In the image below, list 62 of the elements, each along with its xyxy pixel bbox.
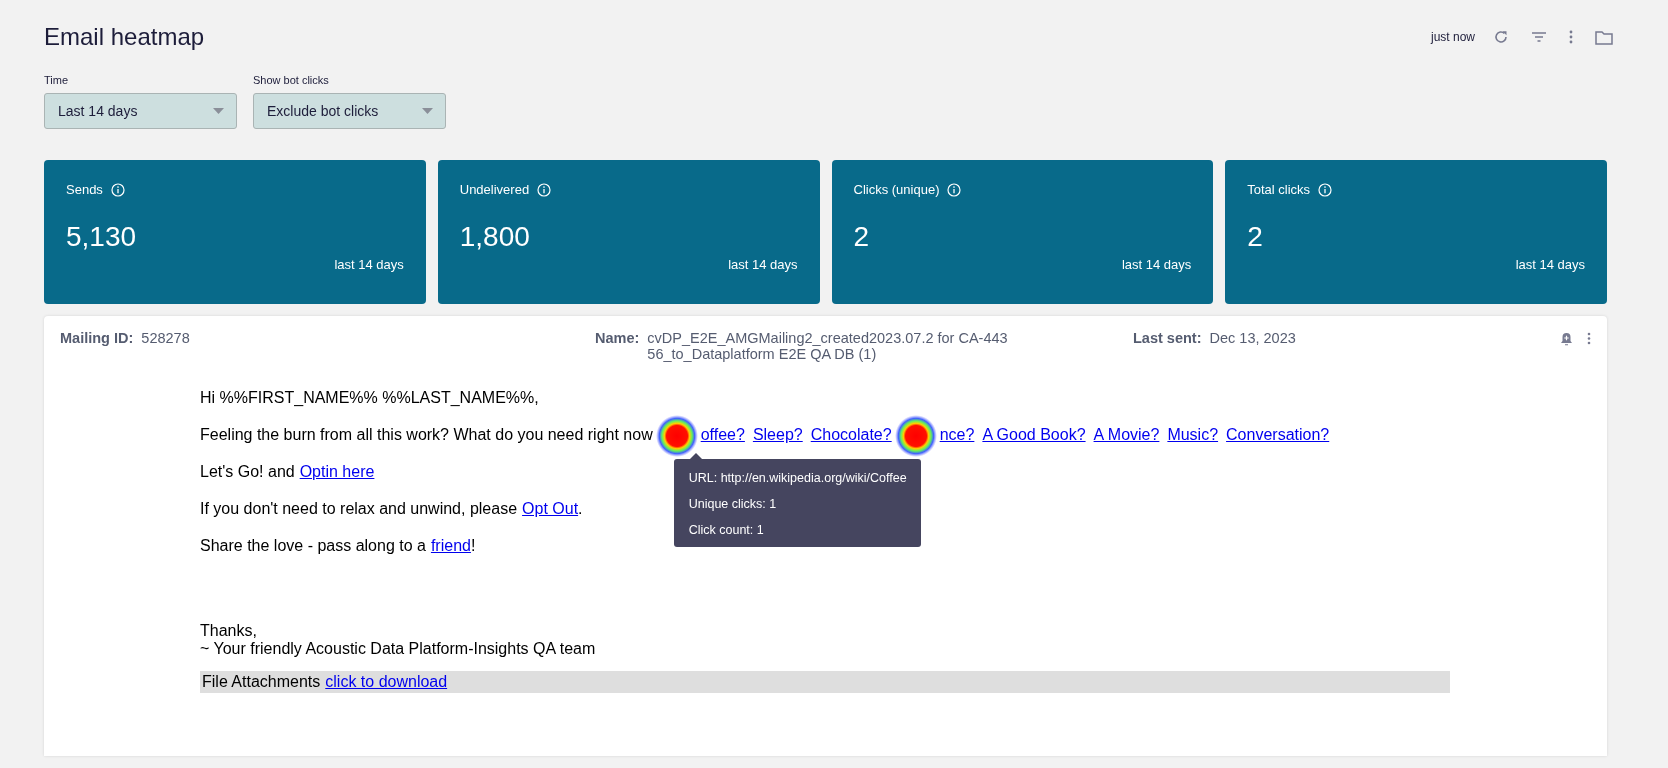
more-options-icon[interactable] <box>1569 30 1573 44</box>
stat-period: last 14 days <box>728 257 798 272</box>
info-icon[interactable] <box>110 182 125 197</box>
email-text: If you don't need to relax and unwind, please <box>200 500 518 517</box>
field-value: 528278 <box>141 330 190 346</box>
field-label: Mailing ID: <box>60 330 134 346</box>
email-link[interactable]: Chocolate? <box>810 426 892 443</box>
email-text: ~ Your friendly Acoustic Data Platform-Insights QA team <box>200 640 597 658</box>
email-link[interactable]: Sleep? <box>752 426 803 443</box>
filter-label: Time <box>44 74 70 86</box>
email-link[interactable]: offee? <box>700 426 745 443</box>
email-link[interactable]: friend <box>430 537 471 554</box>
info-icon[interactable] <box>1318 182 1333 197</box>
caret-icon <box>213 108 224 114</box>
page-title: Email heatmap <box>44 23 205 51</box>
stat-period: last 14 days <box>1121 257 1192 272</box>
email-link[interactable]: Music? <box>1167 426 1219 443</box>
field-label: Last sent: <box>1133 330 1202 346</box>
email-link[interactable]: Optin here <box>299 463 375 480</box>
email-link[interactable]: A Movie? <box>1093 426 1160 443</box>
email-text: Share the love - pass along to a <box>200 537 426 554</box>
info-icon[interactable] <box>537 182 552 197</box>
stat-value: 1,800 <box>459 221 531 253</box>
filter-label: Show bot clicks <box>253 74 330 86</box>
heat-spot[interactable] <box>894 414 937 457</box>
dropdown[interactable]: Exclude bot clicks <box>253 93 446 129</box>
email-text: Hi %%FIRST_NAME%% %%LAST_NAME%%, <box>200 389 539 406</box>
email-text: . <box>578 500 583 517</box>
stat-period: last 14 days <box>1515 257 1585 272</box>
tooltip-text: Unique clicks: 1 <box>688 495 778 513</box>
tooltip-text: URL: http://en.wikipedia.org/wiki/Coffee <box>688 469 907 487</box>
heat-spot[interactable] <box>655 414 698 457</box>
stat-label: Total clicks <box>1247 182 1311 197</box>
last-updated-text: just now <box>1430 30 1475 44</box>
info-icon[interactable] <box>947 182 962 197</box>
bell-plus-icon[interactable] <box>1560 332 1573 346</box>
stat-label: Undelivered <box>459 182 530 197</box>
field-value: Dec 13, 2023 <box>1209 330 1296 346</box>
field-value: cvDP_E2E_AMGMailing2_created2023.07.2 for CA-44356_to_Dataplatform E2E QA DB (1) <box>647 330 1009 362</box>
email-link[interactable]: click to download <box>325 673 448 690</box>
email-text: File Attachments <box>202 673 321 690</box>
dropdown[interactable]: Last 14 days <box>44 93 237 129</box>
email-text: ! <box>470 537 476 554</box>
folder-icon[interactable] <box>1595 29 1613 45</box>
email-text: Thanks, <box>200 622 258 640</box>
refresh-icon[interactable] <box>1493 29 1509 45</box>
stat-value: 2 <box>853 221 871 253</box>
email-link[interactable]: A Good Book? <box>982 426 1086 443</box>
more-options-icon[interactable] <box>1587 332 1591 345</box>
caret-icon <box>422 108 433 114</box>
stat-period: last 14 days <box>334 257 404 272</box>
stat-label: Clicks (unique) <box>853 182 940 197</box>
email-text: Let's Go! and <box>200 463 295 480</box>
filter-icon[interactable] <box>1531 31 1547 43</box>
stat-value: 5,130 <box>66 221 138 253</box>
stat-value: 2 <box>1247 221 1264 253</box>
email-link[interactable]: nce? <box>939 426 975 443</box>
email-text: Feeling the burn from all this work? What do you need right now <box>200 426 653 443</box>
field-label: Name: <box>595 330 640 346</box>
stat-label: Sends <box>66 182 103 197</box>
tooltip-text: Click count: 1 <box>688 521 765 539</box>
email-link[interactable]: Conversation? <box>1226 426 1330 443</box>
